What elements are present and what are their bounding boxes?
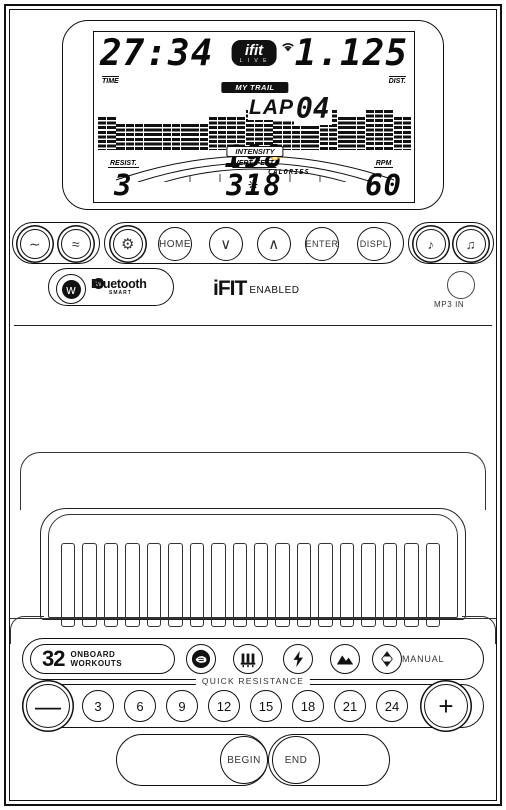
brightness-button[interactable]: ⚙ (113, 229, 143, 259)
workout-caption-line1: ONBOARD (70, 649, 116, 659)
vent-base-line (10, 618, 496, 619)
vent-slot (361, 543, 376, 627)
vent-slot (382, 543, 398, 627)
console-divider (14, 325, 492, 326)
workout-caption-line2: WORKOUTS (70, 659, 123, 668)
mp3-input-label: MP3 IN (434, 300, 465, 309)
brain-workout-button[interactable] (186, 644, 216, 674)
vent-slot (61, 543, 76, 627)
vent-slot (425, 543, 440, 627)
lcd-top-row: 27:34 TIME ifit L I V E 1.125 DIST. (94, 36, 414, 86)
time-value: 27:34 (100, 33, 214, 74)
enter-button[interactable]: ENTER (305, 227, 339, 261)
fan-control-pod: ∼ ≈ (12, 222, 100, 264)
vent-slot (318, 543, 333, 627)
vent-slot (189, 543, 205, 627)
quick-resistance-label: QUICK RESISTANCE (195, 676, 311, 686)
vent-slot (125, 543, 140, 627)
workout-count: 32 (42, 646, 66, 671)
mountain-icon (336, 655, 354, 665)
vent-inner-shell (48, 514, 458, 627)
fan-icon: ❊ (248, 178, 259, 192)
resistance-level-18-button[interactable]: 18 (292, 690, 324, 722)
resistance-label: RESIST. (108, 160, 139, 168)
fan-button[interactable]: ∼ (20, 229, 50, 259)
vent-slot (103, 543, 119, 627)
manual-workout-button[interactable] (372, 644, 402, 674)
bluetooth-pod: w w Bluetooth SMART (48, 268, 174, 306)
rpm-value: 60 (365, 168, 402, 202)
calorie-bars-icon (240, 653, 256, 668)
resistance-level-12-button[interactable]: 12 (208, 690, 240, 722)
up-button[interactable]: ∧ (257, 227, 291, 261)
calorie-workout-button[interactable] (233, 644, 263, 674)
ifit-enabled-branding: iFIT ENABLED (213, 277, 300, 301)
calories-label: CALORIES (268, 168, 310, 176)
workout-caption: ONBOARD WORKOUTS (70, 650, 122, 668)
resistance-value: 3 (114, 168, 133, 202)
bluetooth-button[interactable]: w (56, 274, 86, 304)
begin-button[interactable]: BEGIN (220, 736, 268, 784)
ifit-live-badge: ifit L I V E (231, 40, 277, 66)
vent-slot (211, 543, 226, 627)
lap-label: LAP (248, 96, 295, 120)
volume-down-button[interactable]: ♪ (416, 229, 446, 259)
resistance-level-6-button[interactable]: 6 (124, 690, 156, 722)
display-button[interactable]: DISPL (357, 227, 391, 261)
end-button[interactable]: END (272, 736, 320, 784)
lap-value: 04 (294, 92, 332, 125)
resistance-level-24-button[interactable]: 24 (376, 690, 408, 722)
distance-value: 1.125 (294, 33, 408, 74)
resistance-increase-button[interactable]: + (424, 684, 468, 728)
rpm-stat: RPM 60 (365, 152, 402, 200)
brain-icon (191, 649, 211, 669)
bluetooth-word: Bluetooth (91, 277, 147, 291)
bluetooth-icon: w (61, 279, 81, 299)
resistance-stat: RESIST. 3 (108, 152, 139, 200)
fan-speed-button[interactable]: ≈ (61, 229, 91, 259)
fan-vent (10, 498, 496, 644)
down-button[interactable]: ∨ (209, 227, 243, 261)
vent-slot (275, 543, 290, 627)
lcd-bezel: 27:34 TIME ifit L I V E 1.125 DIST. MY T… (62, 20, 444, 210)
up-down-arrows-icon (381, 651, 393, 667)
ifit-badge-name: ifit (244, 42, 264, 59)
navigation-pod: ⚙ HOME ∨ ∧ ENTER DISPL (104, 222, 404, 264)
vent-slot (296, 543, 312, 627)
resistance-level-9-button[interactable]: 9 (166, 690, 198, 722)
resistance-decrease-button[interactable]: — (26, 684, 70, 728)
onboard-workouts-badge: 32 ONBOARD WORKOUTS (30, 644, 175, 674)
lcd-screen: 27:34 TIME ifit L I V E 1.125 DIST. MY T… (93, 31, 415, 203)
ifit-enabled-suffix: ENABLED (249, 285, 300, 296)
intensity-label: INTENSITY (226, 146, 284, 157)
ifit-badge-sub: L I V E (239, 58, 269, 64)
volume-up-button[interactable]: ♫ (456, 229, 486, 259)
exercise-console: 27:34 TIME ifit L I V E 1.125 DIST. MY T… (0, 0, 506, 810)
resistance-level-3-button[interactable]: 3 (82, 690, 114, 722)
incline-workout-button[interactable] (330, 644, 360, 674)
lightning-bolt-icon (293, 650, 303, 668)
resistance-level-15-button[interactable]: 15 (250, 690, 282, 722)
vent-slot (254, 543, 269, 627)
rpm-label: RPM (373, 160, 394, 168)
volume-pod: ♪ ♫ (408, 222, 494, 264)
manual-label: MANUAL (402, 654, 445, 664)
home-button[interactable]: HOME (158, 227, 192, 261)
mp3-input-jack[interactable] (447, 271, 475, 299)
resistance-level-21-button[interactable]: 21 (334, 690, 366, 722)
ifit-brand: iFIT (213, 277, 247, 300)
vent-slot (146, 543, 162, 627)
vent-slot (82, 543, 97, 627)
bluetooth-sub: SMART (109, 290, 132, 296)
intensity-workout-button[interactable] (283, 644, 313, 674)
vent-slot (232, 543, 247, 627)
vent-slot (339, 543, 355, 627)
vent-slot (404, 543, 419, 627)
wifi-icon (282, 43, 294, 52)
vent-slot (168, 543, 183, 627)
my-trail-label: MY TRAIL (221, 82, 289, 93)
